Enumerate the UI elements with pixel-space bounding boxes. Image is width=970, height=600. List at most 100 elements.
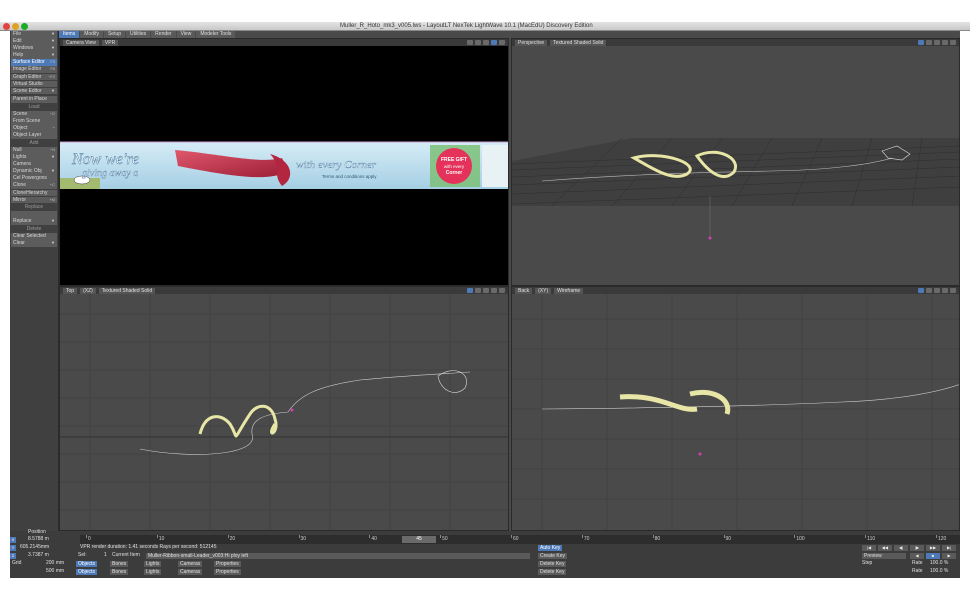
preview-select[interactable]: Preview: [862, 552, 906, 559]
grid-size[interactable]: 200 mm: [46, 560, 64, 567]
settings-view-icon[interactable]: [950, 288, 956, 293]
x-axis-tag[interactable]: X: [10, 536, 16, 543]
sidebar-item-mirror[interactable]: Mirror +M: [11, 196, 57, 204]
sidebar-item-help[interactable]: Help ▼: [11, 52, 57, 59]
view-type-select[interactable]: Perspective: [515, 39, 548, 46]
view-type-select[interactable]: Back: [515, 287, 533, 294]
tab-view[interactable]: View: [176, 31, 196, 38]
zoom-view-icon[interactable]: [934, 40, 940, 45]
tab-setup[interactable]: Setup: [103, 31, 126, 38]
rotate-view-icon[interactable]: [475, 40, 481, 45]
maximize-view-icon[interactable]: [491, 288, 497, 293]
auto-key-button[interactable]: Auto Key: [538, 544, 563, 551]
rotate-view-icon[interactable]: [926, 40, 932, 45]
delete-key-button-2[interactable]: Delete Key: [538, 568, 567, 575]
play-reverse-button[interactable]: ◀: [910, 552, 924, 559]
render-mode-select[interactable]: Textured Shaded Solid: [550, 39, 607, 46]
tab-modify[interactable]: Modify: [80, 31, 103, 38]
viewport-top[interactable]: Top (XZ) Textured Shaded Solid: [59, 286, 509, 531]
sidebar-item-image-editor[interactable]: Image Editor F6: [11, 66, 57, 74]
settings-view-icon[interactable]: [950, 40, 956, 45]
last-frame-button[interactable]: ▶|: [942, 544, 956, 551]
move-view-icon[interactable]: [918, 40, 924, 45]
move-view-icon[interactable]: [467, 288, 473, 293]
cameras-filter-button[interactable]: Cameras: [178, 560, 203, 567]
sidebar-item-clonehierarchy[interactable]: CloneHierarchy: [11, 189, 57, 197]
move-view-icon[interactable]: [467, 40, 473, 45]
y-axis-tag[interactable]: Y: [10, 544, 16, 551]
tab-modeler-tools[interactable]: Modeler Tools: [196, 31, 236, 38]
sidebar-item-clone[interactable]: Clone +C: [11, 182, 57, 190]
properties-button[interactable]: Properties: [214, 560, 241, 567]
sidebar-item-lights[interactable]: Lights ▼: [11, 154, 57, 161]
viewport-back[interactable]: Back (XY) Wireframe: [511, 286, 960, 531]
play-button[interactable]: ▶: [942, 552, 956, 559]
viewport-camera-view[interactable]: Camera View VPR Now we're giving away a …: [59, 38, 509, 286]
sidebar-item-virtual-studio[interactable]: Virtual Studio: [11, 80, 57, 88]
sidebar-item-null[interactable]: Null ^N: [11, 147, 57, 154]
zoom-view-icon[interactable]: [483, 288, 489, 293]
bones-filter-button[interactable]: Bones: [110, 560, 129, 567]
close-window-button[interactable]: [3, 23, 10, 30]
sidebar-item-blank[interactable]: [11, 211, 57, 218]
maximize-view-icon[interactable]: [942, 288, 948, 293]
x-position-value[interactable]: 8.5788 m: [28, 536, 49, 543]
zoom-view-icon[interactable]: [483, 40, 489, 45]
viewport-perspective[interactable]: Perspective Textured Shaded Solid: [511, 38, 960, 286]
sidebar-item-graph-editor[interactable]: Graph Editor ^F2: [11, 73, 57, 81]
sidebar-item-replace[interactable]: Replace ▼: [11, 218, 57, 226]
stop-button[interactable]: ■: [926, 552, 940, 559]
objects-filter-button[interactable]: Objects: [76, 560, 97, 567]
sidebar-item-clear[interactable]: Clear ▼: [11, 240, 57, 247]
sidebar-item-surface-editor[interactable]: Surface Editor F5: [11, 59, 57, 66]
parent-in-place-button[interactable]: Parent in Place: [11, 96, 57, 103]
view-type-select[interactable]: Camera View: [63, 39, 99, 46]
sidebar-item-cel-powergons[interactable]: Cel Powergons: [11, 175, 57, 182]
move-view-icon[interactable]: [918, 288, 924, 293]
prev-key-button[interactable]: ◀◀: [878, 544, 892, 551]
properties-button-2[interactable]: Properties: [214, 568, 241, 575]
lights-filter-button[interactable]: Lights: [144, 560, 162, 567]
render-mode-select[interactable]: VPR: [101, 39, 119, 46]
rate-value-2[interactable]: 100.0 %: [930, 568, 948, 575]
next-key-button[interactable]: ▶▶: [926, 544, 940, 551]
first-frame-button[interactable]: |◀: [862, 544, 876, 551]
maximize-view-icon[interactable]: [491, 40, 497, 45]
tab-render[interactable]: Render: [151, 31, 176, 38]
rate-value[interactable]: 100.0 %: [930, 560, 948, 567]
bones-filter-button-2[interactable]: Bones: [110, 568, 129, 575]
lights-filter-button-2[interactable]: Lights: [144, 568, 162, 575]
sidebar-item-scene-editor[interactable]: Scene Editor ▼: [11, 87, 57, 95]
settings-view-icon[interactable]: [499, 288, 505, 293]
render-mode-select[interactable]: Wireframe: [554, 287, 584, 294]
sidebar-item-scene[interactable]: Scene ^O: [11, 111, 57, 118]
sidebar-item-windows[interactable]: Windows ▼: [11, 45, 57, 52]
maximize-window-button[interactable]: [21, 23, 28, 30]
y-position-value[interactable]: 605.2145mm: [20, 544, 49, 551]
settings-view-icon[interactable]: [499, 40, 505, 45]
next-frame-button[interactable]: |▶: [910, 544, 924, 551]
cameras-filter-button-2[interactable]: Cameras: [178, 568, 203, 575]
sidebar-item-object-layer[interactable]: Object Layer: [11, 132, 57, 139]
current-item-select[interactable]: Muller-Ribbon-small-Leader_v003:Hi ploy …: [146, 552, 530, 559]
minimize-window-button[interactable]: [12, 23, 19, 30]
rotate-view-icon[interactable]: [926, 288, 932, 293]
sidebar-item-dynamic-obj[interactable]: Dynamic Obj ▼: [11, 168, 57, 175]
tab-utilities[interactable]: Utilities: [126, 31, 151, 38]
sidebar-item-edit[interactable]: Edit ▼: [11, 38, 57, 45]
z-position-value[interactable]: 3.7387 m: [28, 552, 49, 559]
render-mode-select[interactable]: Textured Shaded Solid: [98, 287, 156, 294]
prev-frame-button[interactable]: ◀|: [894, 544, 908, 551]
grid-size-secondary[interactable]: 500 mm: [46, 568, 64, 575]
delete-key-button[interactable]: Delete Key: [538, 560, 567, 567]
create-key-button[interactable]: Create Key: [538, 552, 568, 559]
sidebar-item-from-scene[interactable]: From Scene: [11, 118, 57, 125]
sidebar-item-file[interactable]: File ▼: [11, 31, 57, 38]
maximize-view-icon[interactable]: [942, 40, 948, 45]
objects-filter-button-2[interactable]: Objects: [76, 568, 97, 575]
zoom-view-icon[interactable]: [934, 288, 940, 293]
sidebar-item-object[interactable]: Object +: [11, 125, 57, 132]
tab-items[interactable]: Items: [59, 31, 80, 38]
sidebar-item-camera[interactable]: Camera: [11, 161, 57, 168]
rotate-view-icon[interactable]: [475, 288, 481, 293]
